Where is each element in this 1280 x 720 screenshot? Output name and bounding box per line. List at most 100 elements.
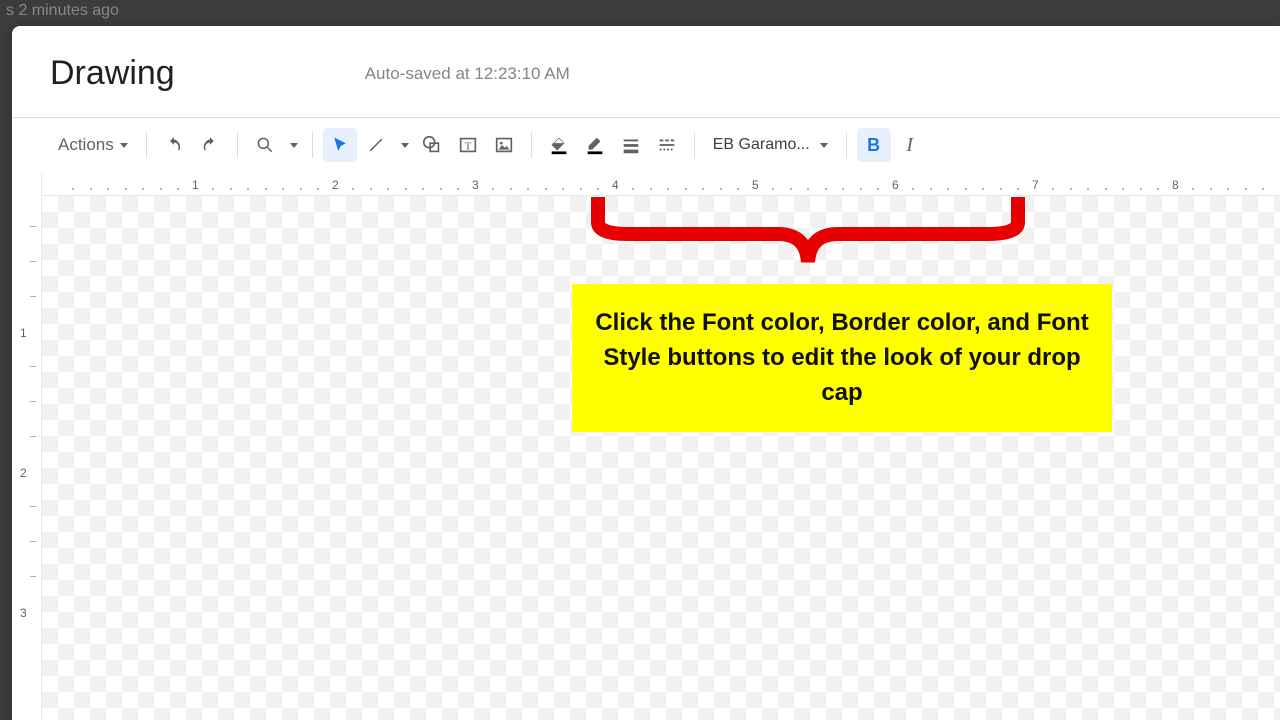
fill-color-button[interactable]	[542, 128, 576, 162]
ruler-dot	[982, 188, 984, 190]
ruler-dot	[597, 188, 599, 190]
ruler-dash	[30, 436, 36, 437]
ruler-dash	[30, 506, 36, 507]
ruler-dot	[230, 188, 232, 190]
ruler-dash	[30, 261, 36, 262]
ruler-dot	[510, 188, 512, 190]
pencil-icon	[584, 134, 606, 156]
line-icon	[366, 135, 386, 155]
ruler-dot	[720, 188, 722, 190]
textbox-tool[interactable]: T	[451, 128, 485, 162]
redo-button[interactable]	[193, 128, 227, 162]
ruler-dot	[545, 188, 547, 190]
caret-down-icon	[820, 143, 828, 148]
zoom-dropdown[interactable]	[284, 128, 302, 162]
ruler-dot	[562, 188, 564, 190]
ruler-horizontal[interactable]: 1 2 3 4 5 6 7 8	[42, 172, 1280, 196]
separator	[146, 132, 147, 158]
drawing-canvas[interactable]: Click the Font color, Border color, and …	[42, 196, 1280, 720]
zoom-icon	[255, 135, 275, 155]
line-tool[interactable]	[359, 128, 393, 162]
ruler-dot	[107, 188, 109, 190]
ruler-dot	[527, 188, 529, 190]
ruler-dot	[370, 188, 372, 190]
autosave-status: Auto-saved at 12:23:10 AM	[365, 64, 570, 84]
caret-down-icon	[401, 143, 409, 148]
canvas-area: 1 2 3 Click the Font color, Border color…	[12, 196, 1280, 720]
line-dash-icon	[656, 134, 678, 156]
ruler-tick: 2	[332, 178, 339, 192]
caret-down-icon	[290, 143, 298, 148]
separator	[846, 132, 847, 158]
ruler-tick: 1	[192, 178, 199, 192]
separator	[531, 132, 532, 158]
zoom-button[interactable]	[248, 128, 282, 162]
border-weight-button[interactable]	[614, 128, 648, 162]
ruler-dot	[1052, 188, 1054, 190]
toolbar: Actions T	[12, 118, 1280, 172]
ruler-dash	[30, 576, 36, 577]
actions-label: Actions	[58, 135, 114, 155]
ruler-dash	[30, 366, 36, 367]
ruler-dash	[30, 541, 36, 542]
image-tool[interactable]	[487, 128, 521, 162]
ruler-dot	[1192, 188, 1194, 190]
separator	[694, 132, 695, 158]
ruler-dot	[125, 188, 127, 190]
ruler-dot	[1070, 188, 1072, 190]
ruler-dot	[1087, 188, 1089, 190]
ruler-dot	[405, 188, 407, 190]
ruler-dot	[580, 188, 582, 190]
ruler-dot	[1157, 188, 1159, 190]
ruler-dot	[440, 188, 442, 190]
undo-button[interactable]	[157, 128, 191, 162]
border-color-button[interactable]	[578, 128, 612, 162]
ruler-dot	[160, 188, 162, 190]
ruler-dot	[492, 188, 494, 190]
textbox-icon: T	[457, 134, 479, 156]
ruler-dot	[930, 188, 932, 190]
ruler-dot	[965, 188, 967, 190]
ruler-dot	[1105, 188, 1107, 190]
ruler-dot	[282, 188, 284, 190]
ruler-dot	[685, 188, 687, 190]
select-tool[interactable]	[323, 128, 357, 162]
actions-menu[interactable]: Actions	[50, 131, 136, 159]
ruler-dot	[1000, 188, 1002, 190]
ruler-dot	[422, 188, 424, 190]
cursor-icon	[330, 135, 350, 155]
annotation-callout: Click the Font color, Border color, and …	[572, 284, 1112, 432]
ruler-dot	[1122, 188, 1124, 190]
dialog-title: Drawing	[50, 54, 175, 93]
ruler-dot	[790, 188, 792, 190]
ruler-dot	[632, 188, 634, 190]
ruler-tick: 2	[20, 466, 27, 480]
separator	[237, 132, 238, 158]
italic-button[interactable]: I	[893, 128, 927, 162]
ruler-dash	[30, 296, 36, 297]
redo-icon	[199, 134, 221, 156]
ruler-dot	[877, 188, 879, 190]
ruler-dash	[30, 401, 36, 402]
ruler-dot	[212, 188, 214, 190]
ruler-dot	[860, 188, 862, 190]
ruler-dot	[387, 188, 389, 190]
font-select[interactable]: EB Garamo...	[705, 132, 836, 158]
ruler-dot	[737, 188, 739, 190]
undo-icon	[163, 134, 185, 156]
border-dash-button[interactable]	[650, 128, 684, 162]
bold-button[interactable]: B	[857, 128, 891, 162]
ruler-tick: 5	[752, 178, 759, 192]
ruler-dot	[667, 188, 669, 190]
ruler-tick: 7	[1032, 178, 1039, 192]
line-dropdown[interactable]	[395, 128, 413, 162]
line-weight-icon	[620, 134, 642, 156]
ruler-tick: 1	[20, 326, 27, 340]
ruler-dot	[1262, 188, 1264, 190]
drawing-dialog: Drawing Auto-saved at 12:23:10 AM Action…	[12, 26, 1280, 720]
shape-tool[interactable]	[415, 128, 449, 162]
ruler-dot	[90, 188, 92, 190]
ruler-vertical[interactable]: 1 2 3	[12, 196, 42, 720]
ruler-dash	[30, 226, 36, 227]
bold-icon: B	[867, 135, 880, 156]
